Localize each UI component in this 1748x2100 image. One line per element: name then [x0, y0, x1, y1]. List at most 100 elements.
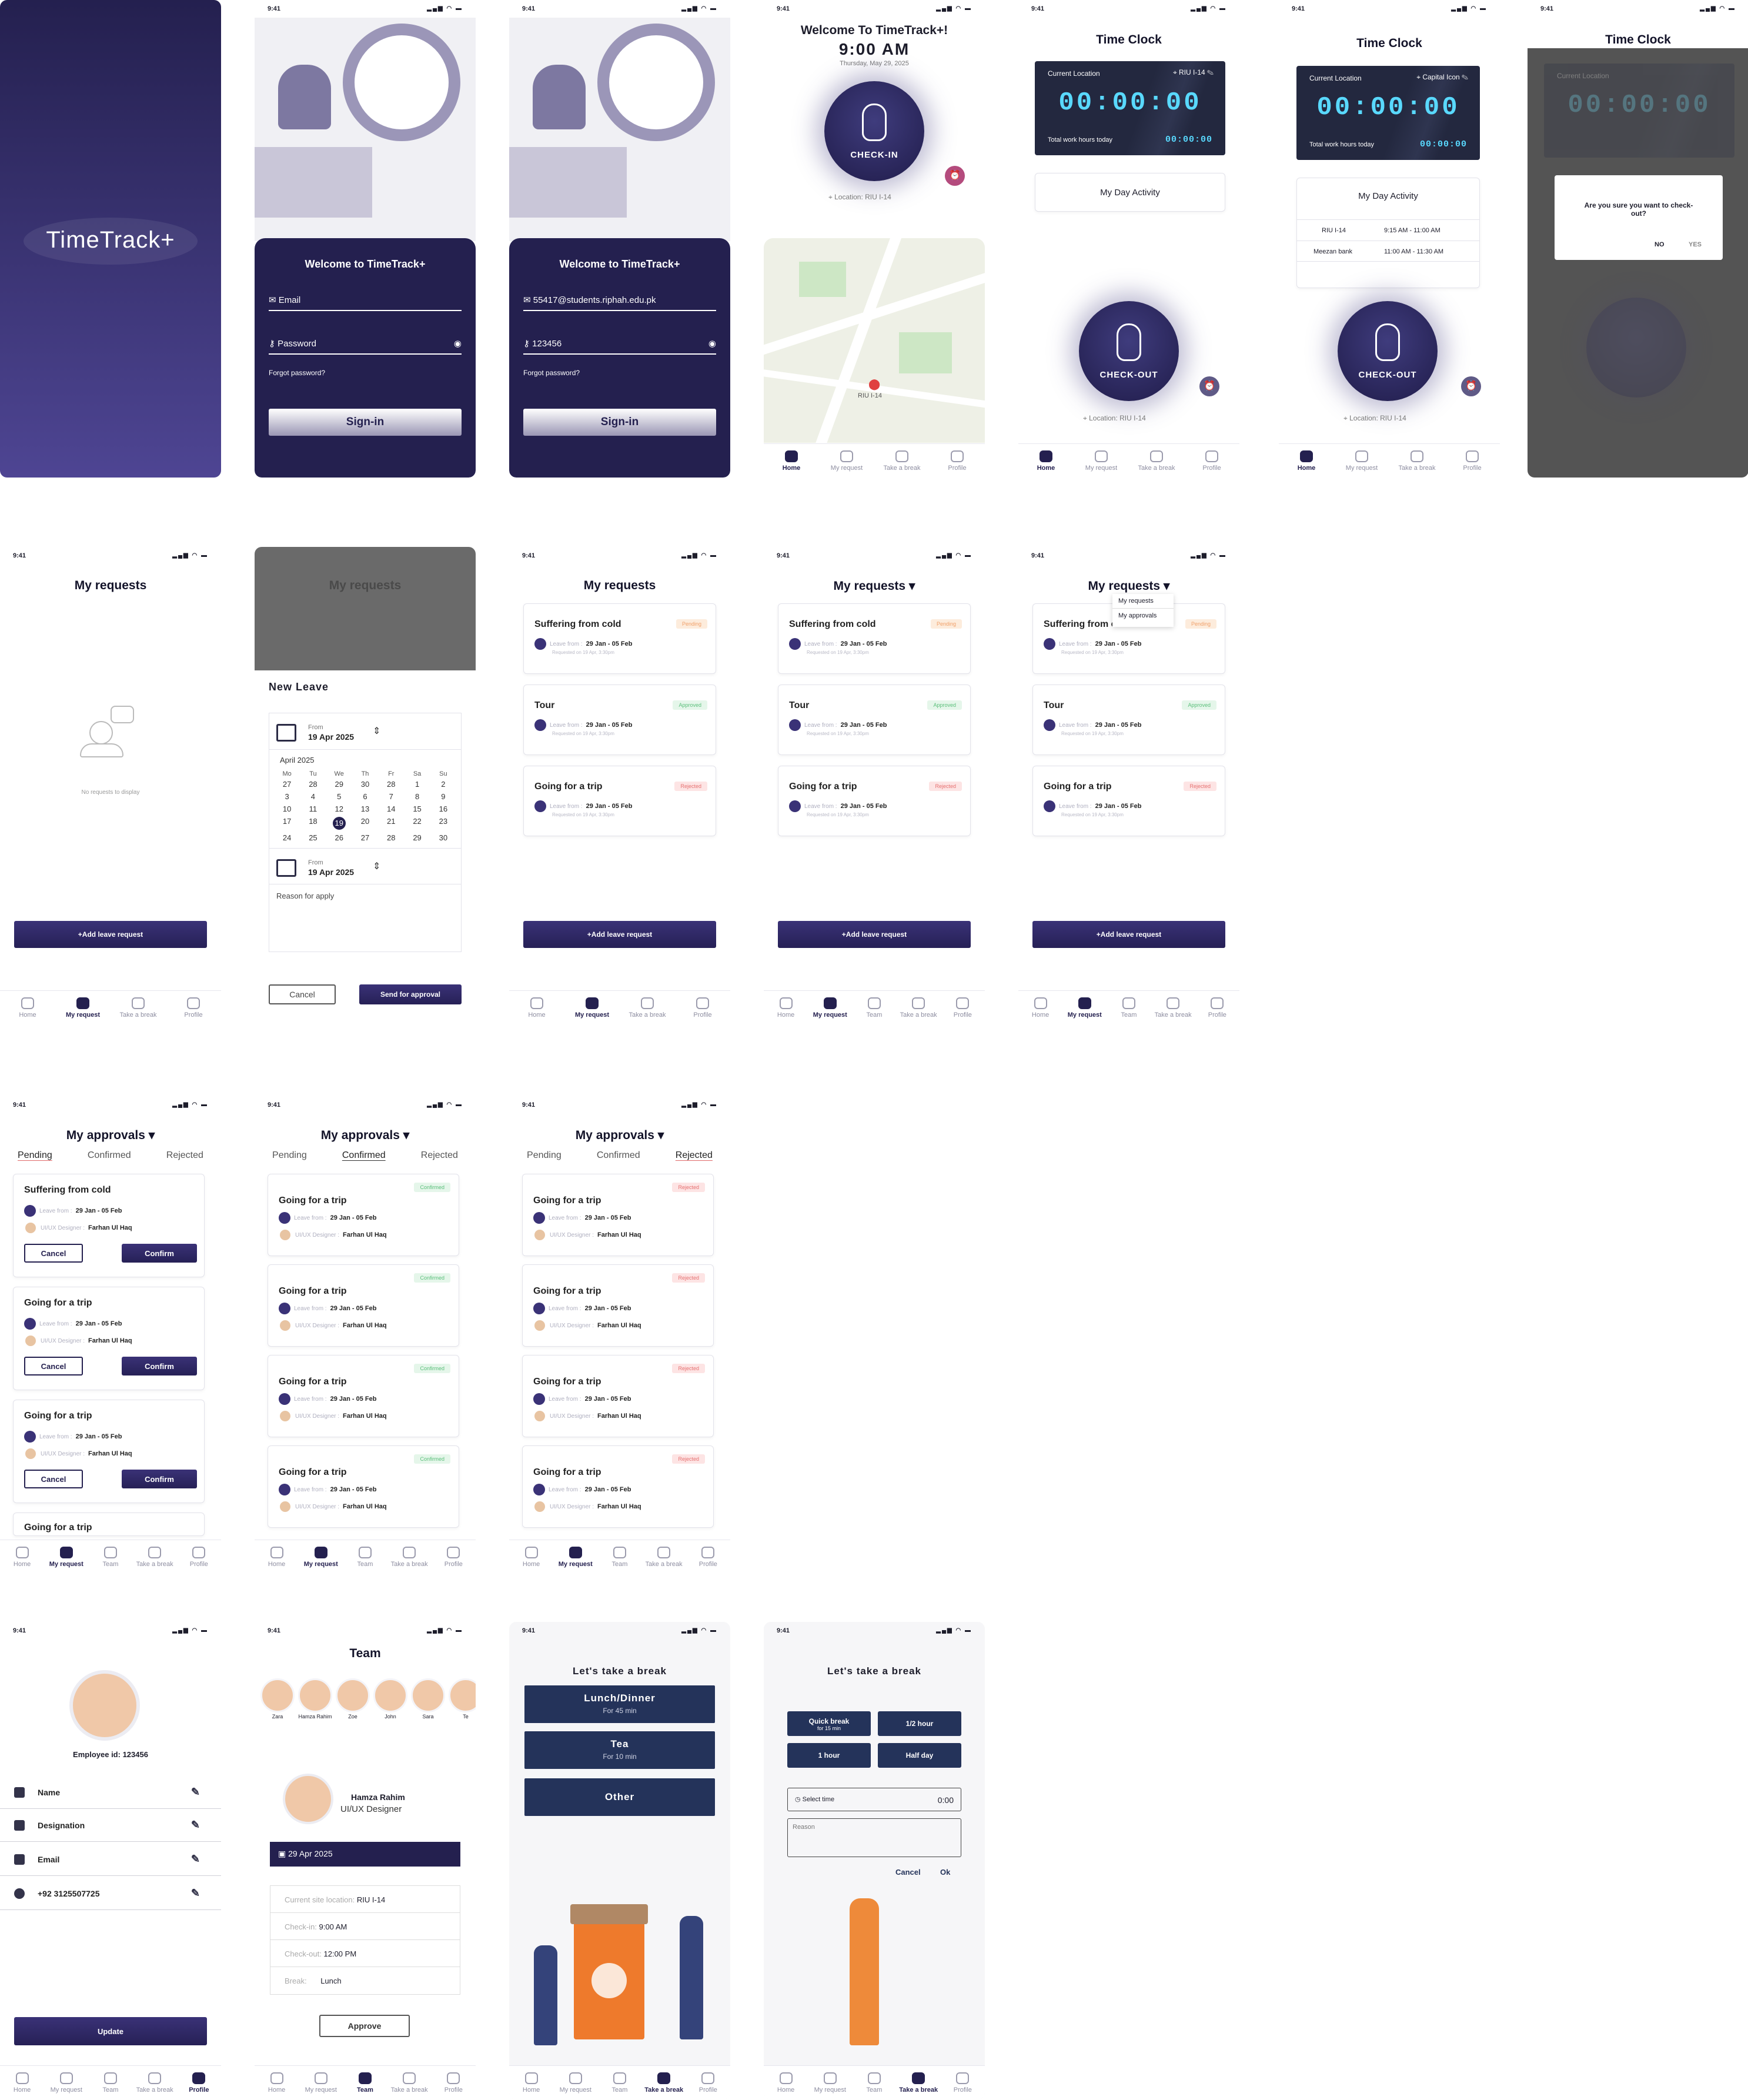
calendar-day[interactable]: 6	[352, 792, 378, 801]
quick-break-chip[interactable]: Quick break for 15 min	[787, 1711, 871, 1736]
calendar-day[interactable]: 20	[352, 817, 378, 830]
tab-pending[interactable]: Pending	[272, 1150, 307, 1161]
nav-team[interactable]: Team	[1108, 997, 1149, 1019]
calendar-day[interactable]: 21	[378, 817, 404, 830]
nav-take-break[interactable]: Take a break	[118, 997, 159, 1019]
nav-take-break[interactable]: Take a break	[898, 997, 939, 1019]
confirm-button[interactable]: Confirm	[122, 1357, 197, 1375]
page-title[interactable]: My approvals ▾	[0, 1128, 221, 1143]
calendar-day[interactable]: 22	[404, 817, 430, 830]
from-date-field[interactable]: From 19 Apr 2025 ⇕	[269, 713, 461, 750]
confirm-button[interactable]: Confirm	[122, 1470, 197, 1488]
approve-button[interactable]: Approve	[319, 2015, 410, 2037]
day-grid[interactable]: 27 28 29 30 28 1 2 3 4 5 6 7 8 9 10 11 12 13 14 15 16 17 18 19 2…	[269, 780, 461, 848]
nav-team[interactable]: Team	[854, 997, 895, 1019]
calendar-day[interactable]: 2	[430, 780, 456, 789]
calendar-day[interactable]: 11	[300, 804, 326, 813]
nav-profile[interactable]: Profile	[937, 450, 978, 472]
name-row[interactable]: Name ✎	[0, 1776, 221, 1809]
nav-take-break[interactable]: Take a break	[1136, 450, 1177, 472]
location-edit[interactable]: ⌖ RIU I-14 ✎	[1173, 68, 1214, 77]
nav-team[interactable]: Team	[345, 1546, 386, 1568]
other-option[interactable]: Other	[524, 1778, 715, 1816]
calendar-day[interactable]: 1	[404, 780, 430, 789]
forgot-link[interactable]: Forgot password?	[269, 369, 325, 377]
calendar-day[interactable]: 30	[430, 833, 456, 842]
update-button[interactable]: Update	[14, 2017, 207, 2045]
nav-my-request[interactable]: My request	[46, 1546, 87, 1568]
calendar-day[interactable]: 28	[300, 780, 326, 789]
ok-link[interactable]: Ok	[940, 1868, 950, 1877]
nav-team[interactable]: Team	[90, 2072, 131, 2094]
nav-team[interactable]: Team	[599, 2072, 640, 2094]
nav-profile[interactable]: Profile	[687, 2072, 728, 2094]
tab-confirmed[interactable]: Confirmed	[597, 1150, 640, 1161]
one-hour-chip[interactable]: 1 hour	[787, 1743, 871, 1768]
nav-profile[interactable]: Profile	[687, 1546, 728, 1568]
calendar-day[interactable]: 18	[300, 817, 326, 830]
add-leave-button[interactable]: +Add leave request	[14, 921, 207, 948]
add-leave-button[interactable]: +Add leave request	[523, 921, 716, 948]
calendar-day[interactable]: 19	[332, 817, 346, 830]
request-card[interactable]: Suffering from cold Pending Leave from :29…	[523, 603, 716, 674]
add-leave-button[interactable]: +Add leave request	[1032, 921, 1225, 948]
tab-rejected[interactable]: Rejected	[166, 1150, 203, 1161]
calendar-day[interactable]: 16	[430, 804, 456, 813]
nav-home[interactable]: Home	[2, 2072, 43, 2094]
add-leave-button[interactable]: +Add leave request	[778, 921, 971, 948]
cancel-button[interactable]: Cancel	[24, 1357, 83, 1375]
request-card[interactable]: Going for a trip Rejected Leave from :29 J…	[1032, 766, 1225, 836]
calendar-day[interactable]: 23	[430, 817, 456, 830]
request-card[interactable]: Suffering from cold Pending Leave from :29…	[778, 603, 971, 674]
email-field[interactable]: ✉ Email	[269, 295, 462, 311]
calendar-day[interactable]: 28	[378, 780, 404, 789]
nav-my-request[interactable]: My request	[555, 1546, 596, 1568]
signin-button[interactable]: Sign-in	[523, 409, 716, 436]
calendar-day[interactable]: 4	[300, 792, 326, 801]
cancel-button[interactable]: Cancel	[24, 1470, 83, 1488]
nav-my-request[interactable]: My request	[62, 997, 103, 1019]
nav-my-request[interactable]: My request	[555, 2072, 596, 2094]
calendar-day[interactable]: 27	[352, 833, 378, 842]
calendar-day[interactable]: 9	[430, 792, 456, 801]
nav-my-request[interactable]: My request	[1064, 997, 1105, 1019]
approval-card[interactable]: Going for a trip Confirmed Leave from :29 …	[268, 1445, 459, 1528]
nav-profile[interactable]: Profile	[178, 1546, 219, 1568]
nav-my-request[interactable]: My request	[810, 2072, 851, 2094]
eye-icon[interactable]: ◉	[454, 338, 462, 349]
password-field[interactable]: ⚷ 123456 ◉	[523, 338, 716, 355]
calendar-day[interactable]: 28	[378, 833, 404, 842]
nav-profile[interactable]: Profile	[433, 2072, 474, 2094]
select-time-field[interactable]: ◷ Select time 0:00	[787, 1788, 961, 1811]
reason-field[interactable]: Reason	[787, 1818, 961, 1857]
nav-profile[interactable]: Profile	[942, 997, 983, 1019]
nav-home[interactable]: Home	[511, 2072, 552, 2094]
cancel-link[interactable]: Cancel	[895, 1868, 921, 1877]
forgot-link[interactable]: Forgot password?	[523, 369, 580, 377]
nav-take-break[interactable]: Take a break	[627, 997, 668, 1019]
tab-rejected[interactable]: Rejected	[676, 1150, 713, 1161]
nav-take-break[interactable]: Take a break	[389, 1546, 430, 1568]
nav-home[interactable]: Home	[2, 1546, 43, 1568]
nav-home[interactable]: Home	[511, 1546, 552, 1568]
calendar-day[interactable]: 24	[274, 833, 300, 842]
approval-card[interactable]: Going for a trip Confirmed Leave from :29 …	[268, 1355, 459, 1437]
page-title[interactable]: My approvals ▾	[509, 1128, 730, 1143]
tea-option[interactable]: Tea For 10 min	[524, 1731, 715, 1769]
nav-home[interactable]: Home	[1286, 450, 1327, 472]
nav-profile[interactable]: Profile	[173, 997, 214, 1019]
nav-my-request[interactable]: My request	[300, 1546, 342, 1568]
calendar-day[interactable]: 10	[274, 804, 300, 813]
nav-team[interactable]: Team	[599, 1546, 640, 1568]
reason-field[interactable]: Reason for apply	[269, 884, 461, 951]
calendar-day[interactable]: 29	[326, 780, 352, 789]
checkout-button[interactable]: CHECK-OUT	[1338, 301, 1438, 401]
nav-take-break[interactable]: Take a break	[134, 1546, 175, 1568]
approval-card[interactable]: Going for a trip Rejected Leave from :29 J…	[522, 1174, 714, 1256]
password-field[interactable]: ⚷ Password ◉	[269, 338, 462, 355]
to-date-field[interactable]: From 19 Apr 2025 ⇕	[269, 848, 461, 884]
nav-profile[interactable]: Profile	[178, 2072, 219, 2094]
nav-team[interactable]: Team	[90, 1546, 131, 1568]
half-hour-chip[interactable]: 1/2 hour	[878, 1711, 961, 1736]
half-day-chip[interactable]: Half day	[878, 1743, 961, 1768]
